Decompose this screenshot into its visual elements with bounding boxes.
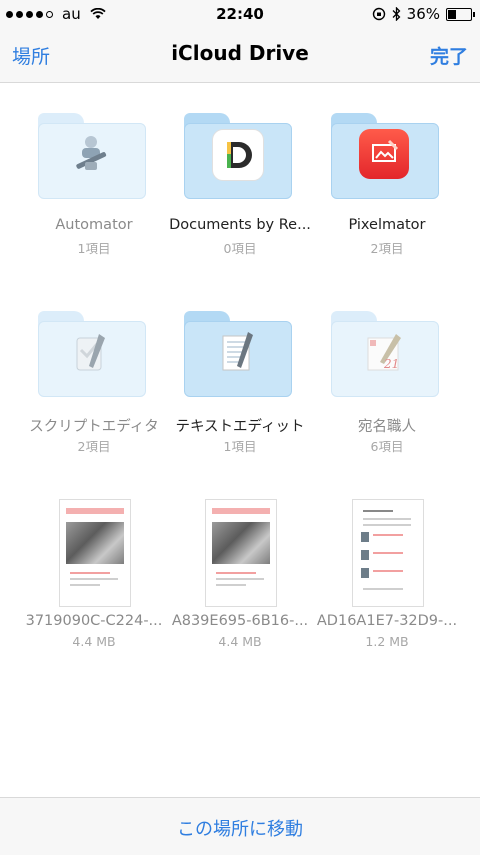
battery-percent: 36% bbox=[406, 5, 440, 23]
navigation-bar: 場所 iCloud Drive 完了 bbox=[0, 28, 480, 83]
script-editor-icon bbox=[66, 327, 116, 377]
svg-text:21: 21 bbox=[383, 357, 399, 371]
item-count: 2項目 bbox=[370, 241, 404, 256]
move-here-button[interactable]: この場所に移動 bbox=[0, 815, 480, 841]
folder-icon bbox=[38, 311, 148, 397]
pdf-thumbnail bbox=[205, 499, 277, 607]
item-count: 1項目 bbox=[223, 439, 257, 454]
pdf-thumbnail bbox=[59, 499, 131, 607]
item-name: Pixelmator bbox=[348, 217, 426, 233]
item-name: 3719090C-C224-... bbox=[25, 613, 163, 629]
done-button[interactable]: 完了 bbox=[430, 42, 468, 69]
item-name: スクリプトエディタ bbox=[29, 419, 159, 435]
folder-icon bbox=[184, 113, 294, 199]
item-count: 1項目 bbox=[77, 241, 111, 256]
pixelmator-icon bbox=[359, 129, 409, 179]
file-size: 1.2 MB bbox=[365, 634, 409, 649]
folder-icon: 21 bbox=[331, 311, 441, 397]
item-count: 0項目 bbox=[223, 241, 257, 256]
file-size: 4.4 MB bbox=[72, 634, 116, 649]
documents-icon bbox=[212, 129, 264, 181]
item-name: A839E695-6B16-... bbox=[171, 613, 309, 629]
page-title: iCloud Drive bbox=[171, 41, 309, 65]
item-name: 宛名職人 bbox=[358, 419, 416, 435]
item-name: Automator bbox=[55, 217, 133, 233]
item-name: AD16A1E7-32D9-... bbox=[316, 613, 458, 629]
folder-icon bbox=[331, 113, 441, 199]
textedit-icon bbox=[212, 327, 262, 377]
item-name: Documents by Re... bbox=[169, 217, 311, 233]
bottom-toolbar: この場所に移動 bbox=[0, 797, 480, 855]
status-bar: au 22:40 36% bbox=[0, 0, 480, 28]
item-name: テキストエディット bbox=[175, 419, 305, 435]
battery-icon bbox=[446, 7, 475, 21]
folder-icon bbox=[38, 113, 148, 199]
battery-level-fill bbox=[448, 9, 456, 19]
atena-icon: 21 bbox=[359, 327, 409, 377]
item-count: 6項目 bbox=[370, 439, 404, 454]
battery-tip bbox=[473, 11, 475, 17]
item-count: 2項目 bbox=[77, 439, 111, 454]
automator-icon bbox=[66, 129, 116, 179]
pdf-thumbnail bbox=[352, 499, 424, 607]
orientation-lock-icon bbox=[372, 7, 385, 21]
folder-icon bbox=[184, 311, 294, 397]
bluetooth-icon bbox=[392, 7, 401, 21]
file-size: 4.4 MB bbox=[218, 634, 262, 649]
